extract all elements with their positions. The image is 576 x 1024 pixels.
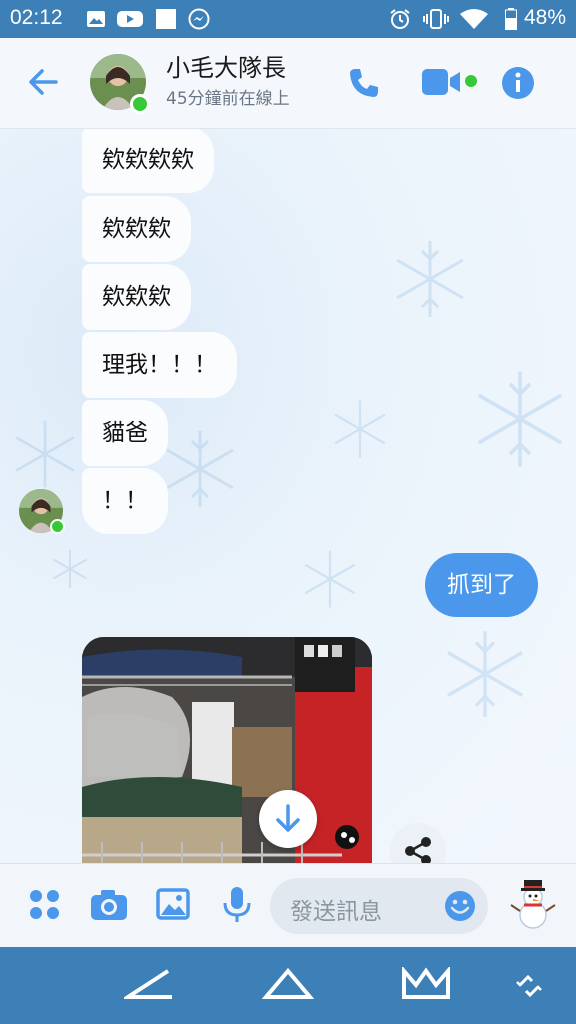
microphone-icon[interactable] (222, 886, 252, 924)
messenger-icon (188, 8, 210, 30)
battery-icon (505, 8, 517, 30)
vibrate-icon (423, 9, 449, 29)
video-call-icon[interactable] (422, 68, 462, 96)
youtube-icon (117, 11, 143, 27)
snowflake-icon (166, 431, 234, 507)
rotate-icon[interactable] (514, 971, 544, 1001)
status-bar: 02:12 48% (0, 0, 576, 38)
incoming-photo[interactable] (82, 637, 372, 863)
message-input[interactable]: 發送訊息 (270, 878, 488, 934)
message-input-placeholder: 發送訊息 (290, 899, 382, 925)
snowman-sticker-icon[interactable] (510, 878, 556, 930)
back-nav-icon[interactable] (124, 967, 176, 1001)
incoming-message[interactable]: 欸欸欸欸 (82, 129, 214, 193)
message-composer: 發送訊息 (0, 863, 576, 948)
share-button[interactable] (390, 823, 446, 863)
incoming-message[interactable]: ！！ (82, 468, 168, 534)
scroll-to-bottom-button[interactable] (259, 790, 317, 848)
message-list[interactable]: 欸欸欸欸 欸欸欸 欸欸欸 理我！！！ 貓爸 ！！ 抓到了 (0, 129, 576, 863)
online-indicator (130, 94, 150, 114)
emoji-icon[interactable] (444, 890, 476, 922)
snowflake-icon (53, 550, 87, 588)
incoming-message[interactable]: 貓爸 (82, 400, 168, 466)
info-icon[interactable] (501, 66, 535, 100)
incoming-message[interactable]: 欸欸欸 (82, 196, 191, 262)
status-time: 02:12 (10, 6, 63, 29)
contact-name[interactable]: 小毛大隊長 (166, 48, 286, 83)
video-online-dot (465, 75, 477, 87)
conversation-header: 小毛大隊長 45分鐘前在線上 (0, 38, 576, 129)
snowflake-icon (334, 400, 386, 458)
square-icon (156, 9, 176, 29)
sender-online-indicator (50, 519, 65, 534)
apps-icon[interactable] (28, 888, 62, 922)
snowflake-icon (396, 241, 464, 317)
system-nav-bar (0, 947, 576, 1024)
alarm-icon (390, 9, 410, 29)
snowflake-icon (304, 550, 356, 608)
snowflake-icon (15, 420, 75, 488)
snowflake-icon (477, 371, 563, 467)
outgoing-message[interactable]: 抓到了 (425, 553, 538, 617)
phone-call-icon[interactable] (347, 66, 381, 100)
camera-icon[interactable] (90, 888, 128, 922)
arrow-down-icon (276, 804, 300, 832)
gallery-icon[interactable] (156, 888, 190, 920)
share-icon (405, 837, 431, 863)
gallery-icon (87, 11, 105, 27)
crown-nav-icon[interactable] (400, 967, 452, 1001)
home-nav-icon[interactable] (262, 967, 314, 1001)
incoming-message[interactable]: 理我！！！ (82, 332, 237, 398)
incoming-message[interactable]: 欸欸欸 (82, 264, 191, 330)
snowflake-icon (447, 631, 523, 717)
back-arrow-icon[interactable] (24, 62, 64, 102)
contact-last-active: 45分鐘前在線上 (166, 89, 290, 109)
battery-percent: 48% (523, 6, 566, 29)
wifi-icon (460, 9, 488, 29)
